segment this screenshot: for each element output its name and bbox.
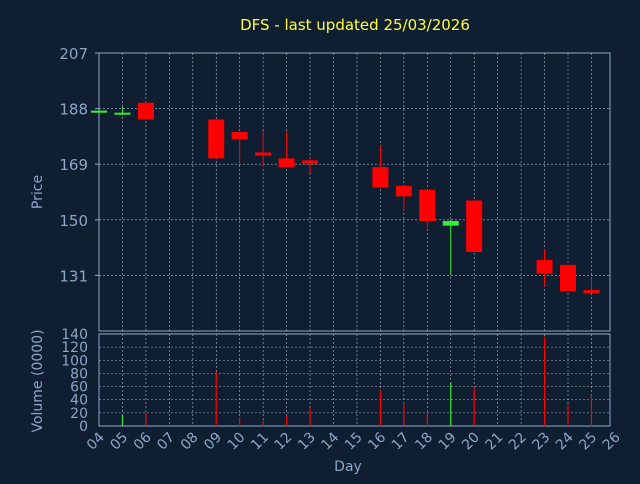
price-tick-label: 188 [59,101,88,119]
candle-body [137,102,154,120]
candle-body [466,200,483,252]
candle-body [278,158,295,168]
price-axis-label: Price [30,175,46,209]
x-tick-label: 17 [389,430,413,454]
candle-body [583,290,600,293]
candle-body [114,112,131,115]
x-tick-label: 26 [600,429,624,453]
x-tick-label: 19 [436,430,460,454]
price-panel [98,52,611,332]
x-tick-label: 20 [459,430,483,454]
candle-body [208,119,225,159]
candle-body [560,264,576,292]
volume-grid [99,333,610,427]
x-tick-label: 05 [107,430,131,454]
x-tick-label: 07 [154,430,178,454]
volume-tick-label: 0 [79,419,88,435]
x-tick-label: 14 [318,429,342,453]
price-tick-label: 207 [59,45,88,63]
chart-svg: DFS - last updated 25/03/2026 207 188 169 1… [30,16,624,475]
x-tick-label: 13 [295,430,319,454]
x-tick-label: 12 [272,430,296,454]
price-tick-label: 131 [59,267,88,285]
chart-title: DFS - last updated 25/03/2026 [240,16,470,34]
x-tick-label: 15 [342,430,366,454]
x-tick-label: 16 [365,429,389,453]
x-tick-label: 21 [483,430,507,454]
candle-body [419,189,436,221]
x-tick-label: 25 [576,430,600,454]
chart-canvas: DFS - last updated 25/03/2026 207 188 169 1… [0,0,640,480]
x-tick-label: 09 [201,430,225,454]
price-axis-ticks: 207 188 169 150 131 [59,45,99,285]
x-tick-label: 11 [248,430,272,454]
candle-body [442,220,459,226]
candle-body [372,167,389,188]
volume-axis-ticks: 140120100806040200 [61,327,88,435]
x-tick-label: 18 [412,430,436,454]
price-tick-label: 150 [59,212,88,230]
candle-body [255,152,272,156]
candle-body [536,259,553,274]
candles [91,101,600,293]
x-axis-label: Day [334,459,362,475]
x-tick-label: 24 [553,429,577,453]
x-tick-label: 23 [529,430,553,454]
candle-body [91,110,107,113]
volume-panel [98,333,611,427]
price-tick-label: 169 [59,156,88,174]
x-tick-label: 22 [506,430,530,454]
x-tick-label: 08 [178,430,202,454]
candle-body [395,185,412,197]
price-grid [99,52,610,331]
volume-axis-label: Volume (0000) [30,329,46,432]
candle-body [302,160,319,164]
x-axis-ticks: 04 05 06 07 08 09 10 11 12 13 14 15 16 17 18 19 20 21 22 23… [84,429,624,453]
x-tick-label: 10 [225,430,249,454]
candle-body [231,132,248,140]
x-tick-label: 06 [131,429,155,453]
